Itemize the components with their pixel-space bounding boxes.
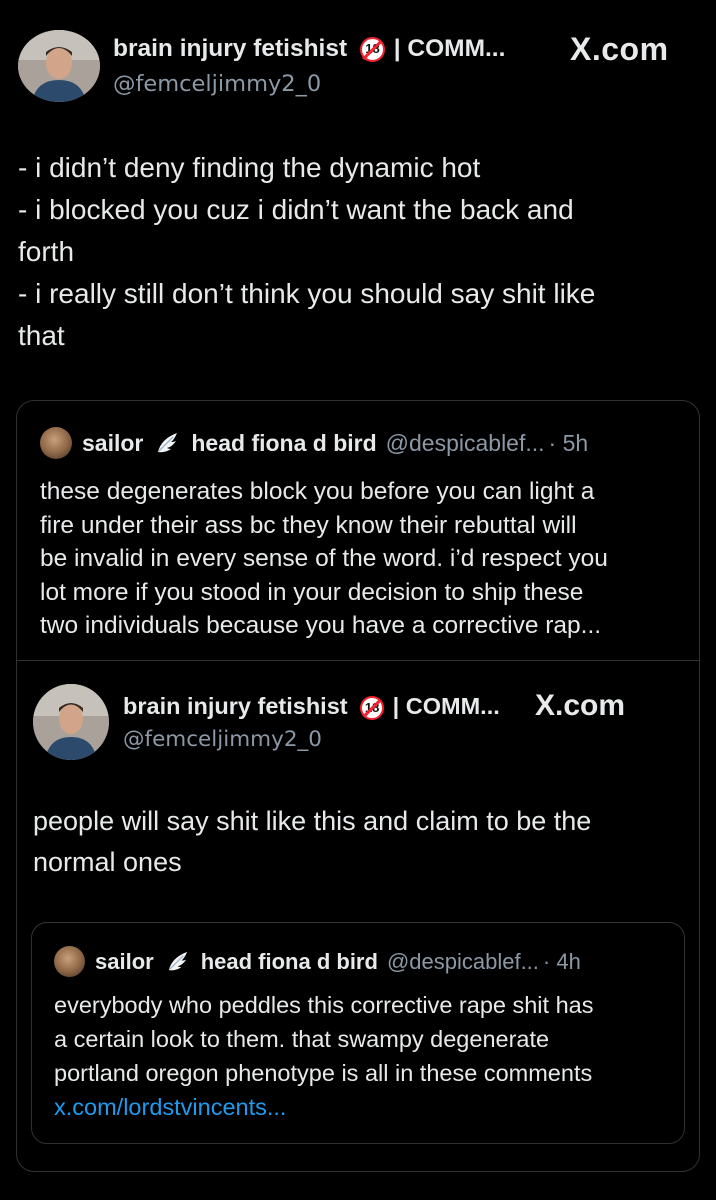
angel-wing-icon [168, 951, 187, 971]
inner-author-name-suffix: | COMM... [386, 693, 500, 719]
quote-author-name[interactable]: sailor [82, 430, 143, 457]
author-handle[interactable]: @femceljimmy2_0 [113, 70, 321, 98]
person-avatar-icon [18, 30, 100, 102]
tweet-body: - i didn’t deny finding the dynamic hot … [18, 147, 698, 357]
tweet-line: - i didn’t deny finding the dynamic hot [18, 152, 481, 183]
adults-only-18-icon: 18 [360, 695, 385, 720]
quote-line: a certain look to them. that swampy dege… [54, 1026, 550, 1052]
quote-timestamp[interactable]: · 4h [543, 949, 581, 975]
inner-author-handle[interactable]: @femceljimmy2_0 [123, 727, 322, 753]
tweet-line: - i blocked you cuz i didn’t want the ba… [18, 194, 574, 225]
inner-tweet-body: people will say shit like this and claim… [33, 801, 591, 883]
author-name-suffix: | COMM... [386, 35, 506, 62]
quote-line: portland oregon phenotype is all in thes… [54, 1060, 593, 1086]
tweet-line: - i really still don’t think you should … [18, 278, 596, 309]
quote-1-header: sailor head fiona d bird @despicablef...… [40, 427, 588, 459]
quote-author-name[interactable]: sailor [95, 949, 154, 975]
quote-link[interactable]: x.com/lordstvincents... [54, 1090, 593, 1124]
quote-author-handle[interactable]: @despicablef... [387, 949, 539, 975]
tweet-line: people will say shit like this and claim… [33, 806, 592, 836]
adults-only-18-icon: 18 [359, 37, 385, 63]
x-brand-logo: X.com [535, 689, 626, 722]
quote-author-handle[interactable]: @despicablef... [386, 430, 545, 457]
quote-author-avatar[interactable] [54, 946, 85, 977]
inner-author-name-text: brain injury fetishist [123, 693, 348, 719]
tweet-line: forth [18, 236, 75, 267]
quote-line: be invalid in every sense of the word. i… [40, 545, 608, 572]
angel-wing-icon [158, 433, 178, 453]
author-name[interactable]: brain injury fetishist 18 | COMM... [113, 34, 505, 64]
quote-author-name-2[interactable]: head fiona d bird [201, 949, 378, 975]
inner-author-avatar[interactable] [33, 684, 109, 760]
quote-2-body: everybody who peddles this corrective ra… [54, 988, 593, 1124]
quote-line: everybody who peddles this corrective ra… [54, 992, 594, 1018]
quote-2-header: sailor head fiona d bird @despicablef...… [54, 946, 581, 977]
author-name-text: brain injury fetishist [113, 35, 348, 62]
author-avatar[interactable] [18, 30, 100, 102]
person-avatar-icon [33, 684, 109, 760]
tweet-line: that [18, 320, 65, 351]
x-brand-logo: X.com [570, 31, 669, 67]
quote-line: lot more if you stood in your decision t… [40, 578, 584, 606]
thread-divider [17, 660, 699, 661]
tweet-line: normal ones [33, 847, 182, 877]
quote-line: these degenerates block you before you c… [40, 478, 595, 505]
quote-timestamp[interactable]: · 5h [549, 430, 589, 457]
quote-author-avatar[interactable] [40, 427, 72, 459]
quote-1-body: these degenerates block you before you c… [40, 475, 608, 643]
quote-line: fire under their ass bc they know their … [40, 511, 577, 539]
quote-author-name-2[interactable]: head fiona d bird [191, 430, 376, 457]
inner-author-name[interactable]: brain injury fetishist 18 | COMM... [123, 692, 500, 720]
quote-line: two individuals because you have a corre… [40, 612, 602, 639]
